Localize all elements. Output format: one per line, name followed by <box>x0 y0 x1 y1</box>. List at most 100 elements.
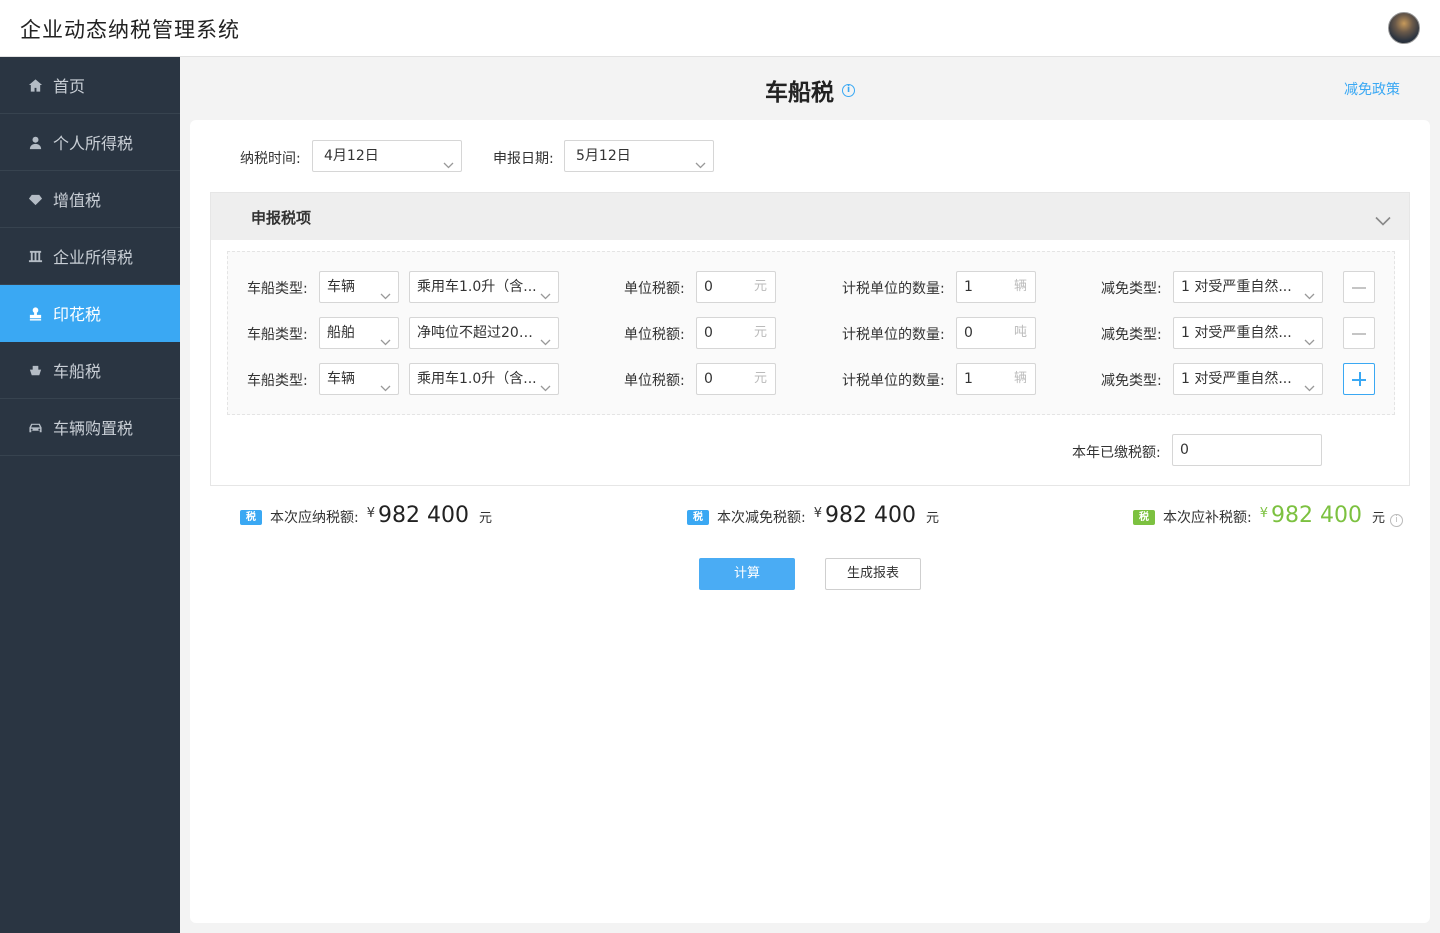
quantity-value: 1 <box>964 279 973 295</box>
unit-tax-value: 0 <box>704 279 713 295</box>
relief-policy-link[interactable]: 减免政策 <box>1344 79 1400 99</box>
quantity-label: 计税单位的数量: <box>842 281 945 297</box>
sidebar-item-home[interactable]: 首页 <box>0 57 180 114</box>
vehicle-subtype-value: 乘用车1.0升（含... <box>417 279 537 295</box>
payable-amount: 982 400 <box>378 503 469 528</box>
remove-row-button[interactable] <box>1343 271 1375 303</box>
vehicle-type-select[interactable]: 船舶 <box>319 317 399 349</box>
page-title-text: 车船税 <box>765 80 834 106</box>
tax-badge-icon: 税 <box>240 510 262 525</box>
vehicle-type-label: 车船类型: <box>247 281 308 297</box>
paid-tax-label: 本年已缴税额: <box>1072 445 1161 461</box>
quantity-input[interactable]: 1 辆 <box>956 363 1036 395</box>
relief-type-select[interactable]: 1 对受严重自然... <box>1173 317 1323 349</box>
person-icon <box>27 134 43 150</box>
unit-label: 辆 <box>1013 279 1027 294</box>
chevron-down-icon <box>540 373 551 392</box>
sidebar-item-vat[interactable]: 增值税 <box>0 171 180 228</box>
vehicle-type-label: 车船类型: <box>247 327 308 343</box>
generate-report-button[interactable]: 生成报表 <box>825 558 921 590</box>
sidebar-item-label: 增值税 <box>53 191 102 210</box>
paid-tax-value: 0 <box>1180 442 1189 458</box>
app-title: 企业动态纳税管理系统 <box>20 18 240 42</box>
vehicle-type-select[interactable]: 车辆 <box>319 363 399 395</box>
unit-tax-value: 0 <box>704 325 713 341</box>
unit-label: 元 <box>753 325 767 340</box>
unit-tax-input[interactable]: 0 元 <box>696 271 776 303</box>
vehicle-type-label: 车船类型: <box>247 373 308 389</box>
unit-tax-value: 0 <box>704 371 713 387</box>
vehicle-subtype-select[interactable]: 乘用车1.0升（含... <box>409 363 559 395</box>
currency-symbol: ¥ <box>366 506 375 521</box>
sidebar-item-label: 企业所得税 <box>53 248 134 267</box>
declaration-section: 申报税项 车船类型: 车辆 乘用车1.0升（含... 单位税额: 0 元 计税单… <box>210 192 1410 486</box>
sidebar-item-corporate-income-tax[interactable]: 企业所得税 <box>0 228 180 285</box>
relief-type-select[interactable]: 1 对受严重自然... <box>1173 271 1323 303</box>
section-title: 申报税项 <box>251 209 312 227</box>
payable-label: 本次应纳税额: <box>270 510 359 526</box>
supplement-amount: 982 400 <box>1271 503 1362 528</box>
unit-label: 元 <box>1371 511 1385 526</box>
quantity-input[interactable]: 0 吨 <box>956 317 1036 349</box>
unit-label: 辆 <box>1013 371 1027 386</box>
unit-label: 元 <box>753 279 767 294</box>
page-header: 车船税 i 减免政策 <box>180 57 1440 120</box>
quantity-label: 计税单位的数量: <box>842 327 945 343</box>
vehicle-subtype-value: 净吨位不超过200... <box>417 325 542 341</box>
quantity-value: 0 <box>964 325 973 341</box>
calculate-button[interactable]: 计算 <box>699 558 795 590</box>
tax-time-select[interactable]: 4月12日 <box>312 140 462 172</box>
section-header[interactable]: 申报税项 <box>211 193 1409 240</box>
tax-time-label: 纳税时间: <box>240 151 301 167</box>
sidebar-item-label: 车船税 <box>53 362 102 381</box>
tax-badge-icon: 税 <box>1133 510 1155 525</box>
unit-tax-input[interactable]: 0 元 <box>696 317 776 349</box>
stamp-icon <box>27 305 43 321</box>
paid-tax-input[interactable]: 0 <box>1172 434 1322 466</box>
relief-type-label: 减免类型: <box>1101 281 1162 297</box>
remove-row-button[interactable] <box>1343 317 1375 349</box>
relief-type-value: 1 对受严重自然... <box>1181 279 1292 295</box>
vehicle-subtype-select[interactable]: 乘用车1.0升（含... <box>409 271 559 303</box>
relief-summary: 税 本次减免税额: ¥ 982 400 元 <box>687 503 939 533</box>
tax-badge-icon: 税 <box>687 510 709 525</box>
quantity-value: 1 <box>964 371 973 387</box>
relief-amount: 982 400 <box>825 503 916 528</box>
chevron-down-icon[interactable] <box>1375 211 1391 230</box>
supplement-label: 本次应补税额: <box>1163 510 1252 526</box>
unit-tax-label: 单位税额: <box>624 327 685 343</box>
currency-symbol: ¥ <box>813 506 822 521</box>
sidebar-item-vehicle-purchase-tax[interactable]: 车辆购置税 <box>0 399 180 456</box>
unit-tax-input[interactable]: 0 元 <box>696 363 776 395</box>
relief-type-select[interactable]: 1 对受严重自然... <box>1173 363 1323 395</box>
declare-date-select[interactable]: 5月12日 <box>564 140 714 172</box>
add-row-button[interactable] <box>1343 363 1375 395</box>
chevron-down-icon <box>1304 281 1315 300</box>
currency-symbol: ¥ <box>1259 506 1268 521</box>
chevron-down-icon <box>695 150 706 169</box>
user-avatar[interactable] <box>1388 12 1420 44</box>
sidebar-item-stamp-tax[interactable]: 印花税 <box>0 285 180 342</box>
chevron-down-icon <box>540 327 551 346</box>
vehicle-type-select[interactable]: 车辆 <box>319 271 399 303</box>
quantity-input[interactable]: 1 辆 <box>956 271 1036 303</box>
building-icon <box>27 248 43 264</box>
unit-label: 元 <box>753 371 767 386</box>
payable-summary: 税 本次应纳税额: ¥ 982 400 元 <box>240 503 492 533</box>
unit-label: 元 <box>925 511 939 526</box>
info-icon[interactable]: i <box>1390 514 1403 527</box>
main-card: 纳税时间: 4月12日 申报日期: 5月12日 申报税项 车船类型: 车辆 乘用… <box>190 120 1430 923</box>
sidebar-item-vehicle-vessel-tax[interactable]: 车船税 <box>0 342 180 399</box>
unit-tax-label: 单位税额: <box>624 281 685 297</box>
tax-items-list: 车船类型: 车辆 乘用车1.0升（含... 单位税额: 0 元 计税单位的数量:… <box>227 251 1395 415</box>
vehicle-subtype-select[interactable]: 净吨位不超过200... <box>409 317 559 349</box>
tax-time-value: 4月12日 <box>324 148 379 164</box>
sidebar-item-personal-income-tax[interactable]: 个人所得税 <box>0 114 180 171</box>
info-icon[interactable]: i <box>842 84 855 97</box>
chevron-down-icon <box>380 373 391 392</box>
chevron-down-icon <box>380 327 391 346</box>
relief-type-label: 减免类型: <box>1101 327 1162 343</box>
sidebar-item-label: 印花税 <box>53 305 102 324</box>
relief-type-label: 减免类型: <box>1101 373 1162 389</box>
unit-label: 元 <box>478 511 492 526</box>
